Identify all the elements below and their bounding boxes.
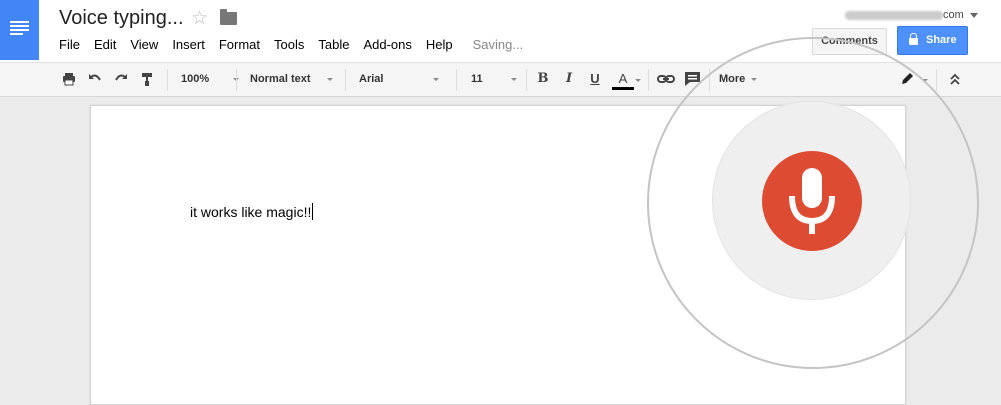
redo-icon[interactable] [113,71,129,87]
microphone-icon [789,168,835,234]
menu-format[interactable]: Format [219,37,260,52]
account-email-redacted [845,10,943,20]
caret-icon [510,77,517,81]
font-select[interactable]: Arial [359,63,439,96]
font-size-select[interactable]: 11 [471,63,517,96]
menu-bar: File Edit View Insert Format Tools Table Add-on… [59,37,537,52]
account-switcher[interactable]: com [845,9,978,21]
chevron-down-icon [969,12,978,18]
document-body[interactable]: it works like magic!! [190,203,314,220]
toolbar-divider [345,69,346,91]
document-title[interactable]: Voice typing... [59,7,184,30]
toolbar-divider [236,69,237,91]
menu-insert[interactable]: Insert [172,37,205,52]
folder-icon[interactable] [220,9,237,25]
style-select[interactable]: Normal text [250,63,333,96]
toolbar-divider [167,69,168,91]
undo-icon[interactable] [87,71,103,87]
voice-typing-button[interactable] [762,151,862,251]
text-cursor [312,203,314,220]
save-status: Saving... [472,37,524,52]
toolbar-divider [526,69,527,91]
lock-icon [909,33,918,45]
text-color-button[interactable]: A [612,71,634,90]
share-button-label: Share [926,34,957,46]
toolbar-divider [648,69,649,91]
italic-button[interactable]: I [561,71,577,87]
menu-file[interactable]: File [59,37,80,52]
caret-icon[interactable] [635,79,641,82]
share-button[interactable]: Share [897,26,968,55]
paint-format-icon[interactable] [139,71,155,87]
document-text: it works like magic!! [190,204,312,220]
print-icon[interactable] [61,71,77,87]
menu-table[interactable]: Table [318,37,349,52]
menu-view[interactable]: View [130,37,158,52]
star-icon[interactable]: ☆ [191,7,208,30]
collapse-icon[interactable] [947,71,963,87]
account-email-suffix: com [943,9,964,21]
menu-tools[interactable]: Tools [274,37,304,52]
caret-icon [326,77,333,81]
bold-button[interactable]: B [535,71,551,87]
menu-edit[interactable]: Edit [94,37,116,52]
caret-icon [432,77,439,81]
text-color-label: A [618,71,628,86]
toolbar-divider [456,69,457,91]
underline-button[interactable]: U [587,71,603,87]
text-color-swatch [612,87,634,90]
font-value: Arial [359,73,384,85]
zoom-value: 100% [181,73,210,85]
toolbar-divider [936,69,937,91]
menu-addons[interactable]: Add-ons [363,37,411,52]
zoom-select[interactable]: 100% [181,63,240,96]
menu-help[interactable]: Help [426,37,453,52]
link-icon[interactable] [657,71,675,87]
style-value: Normal text [250,73,311,85]
docs-logo-icon[interactable] [0,0,39,60]
font-size-value: 11 [471,73,483,85]
